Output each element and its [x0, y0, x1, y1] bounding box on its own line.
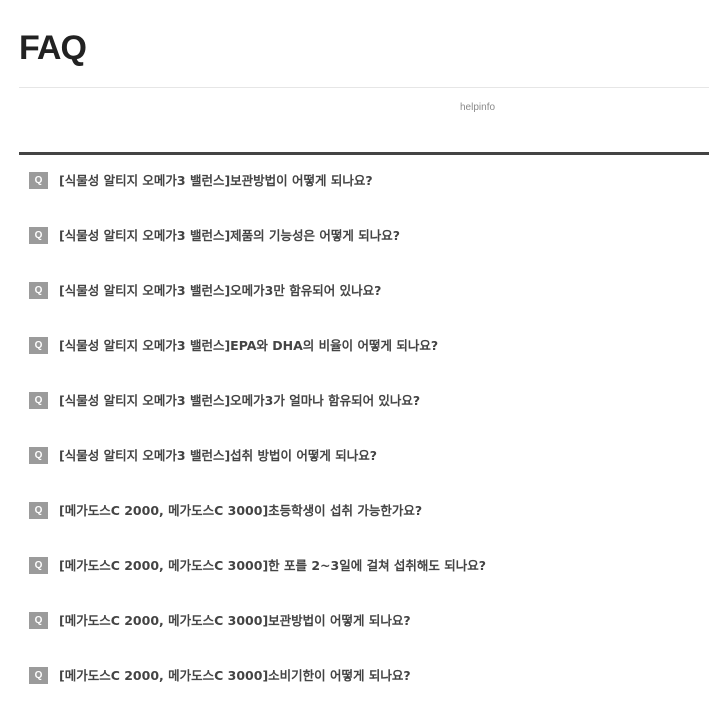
faq-item[interactable]: Q [식물성 알티지 오메가3 밸런스]오메가3만 함유되어 있나요?: [0, 263, 709, 318]
faq-question[interactable]: [메가도스C 2000, 메가도스C 3000]초등학생이 섭취 가능한가요?: [59, 502, 422, 519]
q-badge: Q: [29, 612, 48, 629]
faq-item[interactable]: Q [식물성 알티지 오메가3 밸런스]섭취 방법이 어떻게 되나요?: [0, 428, 709, 483]
q-badge: Q: [29, 447, 48, 464]
q-badge: Q: [29, 502, 48, 519]
q-badge: Q: [29, 172, 48, 189]
page-subtitle: helpinfo: [460, 102, 496, 113]
faq-item[interactable]: Q [식물성 알티지 오메가3 밸런스]오메가3가 얼마나 함유되어 있나요?: [0, 373, 709, 428]
faq-question[interactable]: [식물성 알티지 오메가3 밸런스]보관방법이 어떻게 되나요?: [59, 172, 373, 189]
faq-question[interactable]: [메가도스C 2000, 메가도스C 3000]보관방법이 어떻게 되나요?: [59, 612, 411, 629]
faq-question[interactable]: [메가도스C 2000, 메가도스C 3000]소비기한이 어떻게 되나요?: [59, 667, 411, 684]
faq-question[interactable]: [메가도스C 2000, 메가도스C 3000]한 포를 2~3일에 걸쳐 섭취…: [59, 557, 486, 574]
q-badge: Q: [29, 337, 48, 354]
q-badge: Q: [29, 557, 48, 574]
q-badge: Q: [29, 282, 48, 299]
faq-question[interactable]: [식물성 알티지 오메가3 밸런스]섭취 방법이 어떻게 되나요?: [59, 447, 377, 464]
faq-question[interactable]: [식물성 알티지 오메가3 밸런스]오메가3가 얼마나 함유되어 있나요?: [59, 392, 420, 409]
faq-question[interactable]: [식물성 알티지 오메가3 밸런스]오메가3만 함유되어 있나요?: [59, 282, 381, 299]
faq-question[interactable]: [식물성 알티지 오메가3 밸런스]EPA와 DHA의 비율이 어떻게 되나요?: [59, 337, 438, 354]
q-badge: Q: [29, 392, 48, 409]
faq-item[interactable]: Q [메가도스C 2000, 메가도스C 3000]보관방법이 어떻게 되나요?: [0, 593, 709, 648]
q-badge: Q: [29, 227, 48, 244]
faq-item[interactable]: Q [식물성 알티지 오메가3 밸런스]제품의 기능성은 어떻게 되나요?: [0, 208, 709, 263]
page-title: FAQ: [19, 29, 87, 67]
faq-item[interactable]: Q [메가도스C 2000, 메가도스C 3000]한 포를 2~3일에 걸쳐 …: [0, 538, 709, 593]
title-divider: [19, 87, 709, 88]
faq-item[interactable]: Q [메가도스C 2000, 메가도스C 3000]소비기한이 어떻게 되나요?: [0, 648, 709, 703]
q-badge: Q: [29, 667, 48, 684]
faq-item[interactable]: Q [식물성 알티지 오메가3 밸런스]보관방법이 어떻게 되나요?: [0, 153, 709, 208]
faq-item[interactable]: Q [식물성 알티지 오메가3 밸런스]EPA와 DHA의 비율이 어떻게 되나…: [0, 318, 709, 373]
faq-list: Q [식물성 알티지 오메가3 밸런스]보관방법이 어떻게 되나요? Q [식물…: [0, 153, 709, 703]
faq-question[interactable]: [식물성 알티지 오메가3 밸런스]제품의 기능성은 어떻게 되나요?: [59, 227, 400, 244]
faq-item[interactable]: Q [메가도스C 2000, 메가도스C 3000]초등학생이 섭취 가능한가요…: [0, 483, 709, 538]
